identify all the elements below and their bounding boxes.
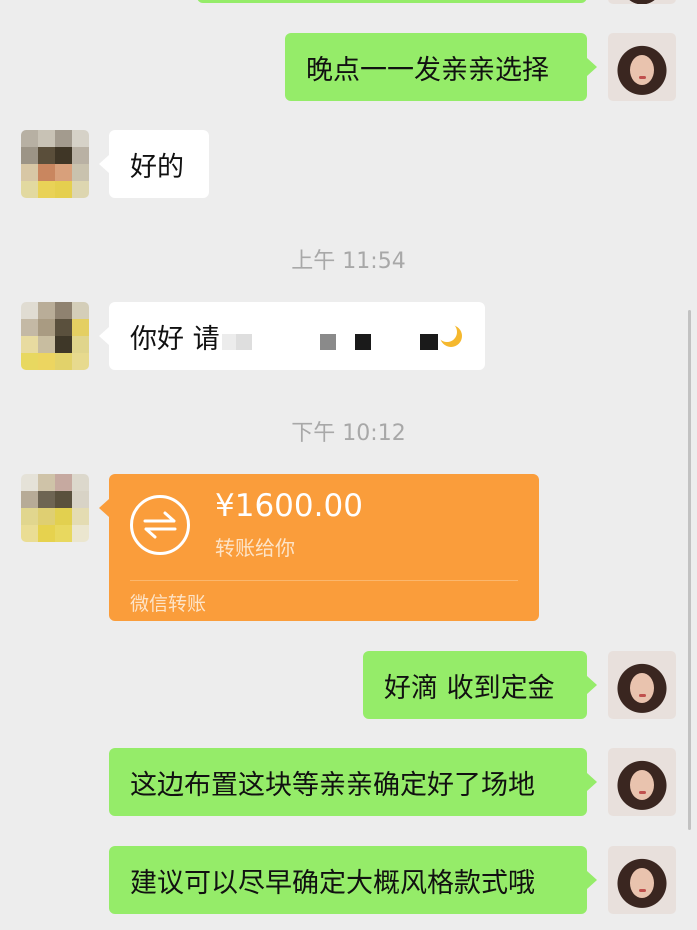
message-bubble-outgoing[interactable]: 好滴 收到定金	[363, 651, 587, 719]
timestamp: 上午 11:54	[291, 249, 406, 274]
timestamp: 下午 10:12	[291, 421, 406, 446]
message-bubble-partial[interactable]	[197, 0, 587, 3]
avatar-mouth	[639, 889, 646, 892]
avatar-face	[630, 673, 654, 703]
redaction-block	[320, 334, 336, 350]
transfer-card[interactable]: ¥1600.00 转账给你 微信转账	[109, 474, 539, 621]
message-text: 建议可以尽早确定大概风格款式哦	[130, 867, 535, 899]
redaction-block	[355, 334, 371, 350]
contact-avatar-blurred[interactable]	[21, 474, 89, 542]
redaction-block	[222, 334, 236, 350]
redaction-block	[420, 334, 438, 350]
avatar-mouth	[639, 76, 646, 79]
redaction-block	[236, 334, 252, 350]
scrollbar[interactable]	[688, 310, 691, 830]
bubble-tail	[587, 773, 597, 791]
moon-emoji-icon	[438, 323, 462, 347]
self-avatar[interactable]	[608, 748, 676, 816]
message-text: 好的	[130, 151, 184, 183]
bubble-tail	[587, 58, 597, 76]
transfer-brand: 微信转账	[130, 593, 207, 615]
message-text: 好滴 收到定金	[384, 672, 555, 704]
avatar-mouth	[639, 694, 646, 697]
self-avatar[interactable]	[608, 846, 676, 914]
message-text: 这边布置这块等亲亲确定好了场地	[130, 769, 535, 801]
bubble-tail	[587, 871, 597, 889]
avatar-mouth	[639, 791, 646, 794]
transfer-divider	[130, 580, 518, 581]
avatar-face	[630, 868, 654, 898]
transfer-note: 转账给你	[215, 536, 295, 560]
message-bubble-incoming[interactable]: 好的	[109, 130, 209, 198]
bubble-tail	[587, 676, 597, 694]
message-bubble-outgoing[interactable]: 这边布置这块等亲亲确定好了场地	[109, 748, 587, 816]
message-text: 你好 请	[130, 323, 220, 355]
avatar-face	[630, 770, 654, 800]
message-bubble-outgoing[interactable]: 建议可以尽早确定大概风格款式哦	[109, 846, 587, 914]
bubble-tail	[99, 499, 109, 517]
transfer-arrows-icon	[130, 495, 190, 555]
message-text: 晚点一一发亲亲选择	[306, 54, 549, 86]
bubble-tail	[99, 327, 109, 345]
self-avatar[interactable]	[608, 651, 676, 719]
self-avatar[interactable]	[608, 0, 676, 4]
bubble-tail	[99, 155, 109, 173]
contact-avatar-blurred[interactable]	[21, 130, 89, 198]
contact-avatar-blurred[interactable]	[21, 302, 89, 370]
message-bubble-outgoing[interactable]: 晚点一一发亲亲选择	[285, 33, 587, 101]
self-avatar[interactable]	[608, 33, 676, 101]
transfer-amount: ¥1600.00	[215, 488, 363, 524]
avatar-face	[630, 55, 654, 85]
